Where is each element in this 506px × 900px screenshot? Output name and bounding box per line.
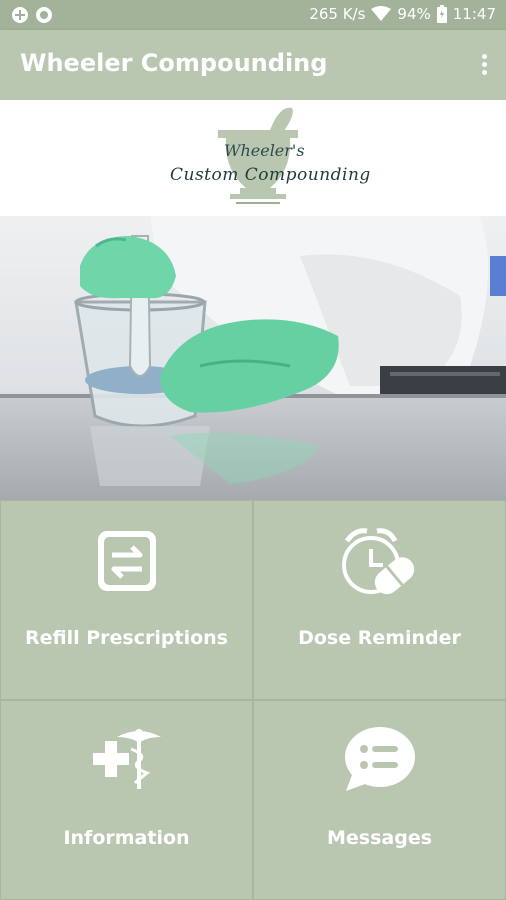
logo-main-text: Custom Compounding	[170, 165, 371, 185]
battery-icon	[436, 5, 447, 23]
network-speed: 265 K/s	[309, 5, 366, 23]
battery-percent: 94%	[397, 5, 431, 23]
circle-notification-icon	[36, 7, 52, 23]
tile-label-refill: Refill Prescriptions	[25, 627, 228, 649]
tile-label-information: Information	[63, 827, 190, 849]
app-title: Wheeler Compounding	[20, 49, 328, 77]
chat-bubble-icon	[344, 727, 415, 791]
overflow-menu-icon[interactable]	[480, 54, 488, 76]
refill-icon	[97, 531, 156, 591]
logo-script-text: Wheeler's	[224, 141, 305, 160]
app-bar: Wheeler Compounding	[0, 30, 506, 100]
status-bar: 265 K/s 94% 11:47	[0, 0, 506, 30]
menu-grid: Refill Prescriptions Dose Reminder Infor…	[0, 500, 506, 900]
lab-photo	[0, 216, 506, 500]
status-right: 265 K/s 94% 11:47	[309, 5, 496, 23]
tile-messages[interactable]: Messages	[253, 700, 506, 900]
tile-label-messages: Messages	[326, 827, 433, 849]
app-notification-icon	[12, 7, 28, 23]
notification-icons	[12, 7, 52, 23]
wifi-icon	[371, 6, 392, 21]
alarm-pill-icon	[341, 528, 414, 595]
hero-image	[0, 216, 506, 500]
clock: 11:47	[452, 5, 496, 23]
tile-information[interactable]: Information	[0, 700, 253, 900]
medical-info-icon	[92, 729, 161, 789]
tile-refill-prescriptions[interactable]: Refill Prescriptions	[0, 500, 253, 700]
tile-label-dose-reminder: Dose Reminder	[298, 627, 461, 649]
tile-dose-reminder[interactable]: Dose Reminder	[253, 500, 506, 700]
